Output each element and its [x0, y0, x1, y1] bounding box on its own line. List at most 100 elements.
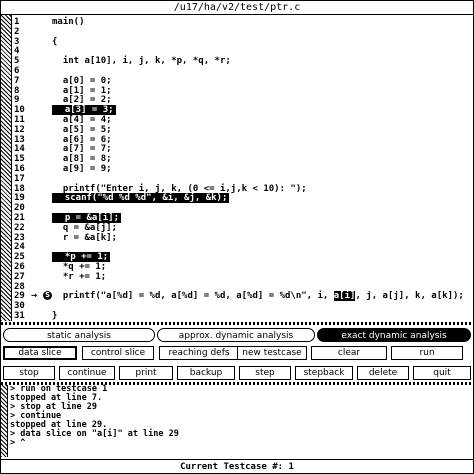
source-text: int a[10], i, j, k, *p, *q, *r; [52, 56, 231, 67]
step-button[interactable]: step [239, 366, 291, 380]
source-text: printf("a[%d] = %d, a[%d] = %d, a[%d] = … [52, 291, 464, 302]
source-text: a[2] = 2; [52, 95, 112, 106]
source-line[interactable]: 8 a[1] = 1; [12, 86, 473, 96]
line-number: 9 [14, 95, 20, 106]
source-line[interactable]: 22 q = &a[j]; [12, 223, 473, 233]
source-text: a[9] = 9; [52, 164, 112, 174]
source-line[interactable]: 16 a[9] = 9; [12, 164, 473, 174]
source-line[interactable]: 19 scanf("%d %d %d", &i, &j, &k); [12, 193, 473, 204]
line-number: 13 [14, 134, 25, 145]
data-slice-button[interactable]: data slice [3, 346, 77, 360]
source-line[interactable]: 10 a[3] = 3; [12, 105, 473, 116]
tab-exact-dynamic-analysis[interactable]: exact dynamic analysis [317, 328, 471, 342]
line-number: 23 [14, 232, 25, 243]
line-number: 16 [14, 164, 25, 174]
line-number: 24 [14, 242, 25, 253]
source-text: a[5] = 5; [52, 124, 112, 135]
line-number: 19 [14, 193, 25, 204]
current-line-arrow-icon: → [31, 290, 38, 302]
run-button[interactable]: run [391, 346, 463, 360]
source-line[interactable]: 27 *r += 1; [12, 272, 473, 282]
source-line[interactable]: 2 [12, 27, 473, 37]
console-output: > run on testcase 1 stopped at line 7. > s… [10, 385, 179, 448]
source-line[interactable]: 24 [12, 242, 473, 252]
line-number: 8 [14, 85, 20, 96]
console-panel[interactable]: > run on testcase 1 stopped at line 7. > s… [1, 385, 473, 457]
source-line[interactable]: 3{ [12, 37, 473, 47]
source-line[interactable]: 31} [12, 311, 473, 321]
line-number: 4 [14, 46, 20, 57]
line-number: 28 [14, 281, 25, 292]
source-text: } [52, 311, 58, 321]
source-line[interactable]: 29 → S printf("a[%d] = %d, a[%d] = %d, a[%… [12, 290, 473, 302]
source-line[interactable]: 25 *p += 1; [12, 252, 473, 263]
clear-button[interactable]: clear [311, 346, 387, 360]
command-buttons-row2: stop continue print backup step stepback delet… [1, 364, 473, 381]
source-line[interactable]: 15 a[8] = 8; [12, 154, 473, 164]
source-text: main() [52, 17, 85, 27]
line-number: 25 [14, 252, 25, 263]
source-line[interactable]: 1 main() [12, 17, 473, 27]
slice-highlighted-statement: a[3] = 3; [52, 105, 116, 116]
slice-highlighted-statement: *p += 1; [52, 252, 111, 263]
debugger-window: /u17/ha/v2/test/ptr.c 1 main() 2 3{4 5 int a… [0, 0, 474, 474]
line-number: 26 [14, 262, 25, 272]
console-scrollbar[interactable] [1, 385, 8, 457]
source-text: a[1] = 1; [52, 85, 112, 96]
control-slice-button[interactable]: control slice [82, 346, 154, 360]
line-number: 14 [14, 144, 25, 155]
source-text-before: printf("a[%d] = %d, a[%d] = %d, a[%d] = … [52, 291, 334, 302]
source-text: a[6] = 6; [52, 134, 112, 145]
line-number: 5 [14, 56, 20, 67]
breakpoint-stop-icon[interactable]: S [43, 291, 52, 301]
line-number: 22 [14, 222, 25, 233]
status-bar: Current Testcase #: 1 [1, 459, 473, 473]
source-line[interactable]: 23 r = &a[k]; [12, 233, 473, 243]
slice-highlighted-statement: scanf("%d %d %d", &i, &j, &k); [52, 193, 230, 204]
slice-criterion-selection[interactable]: a[i] [333, 291, 356, 302]
source-text: q = &a[j]; [52, 222, 118, 233]
source-line[interactable]: 13 a[6] = 6; [12, 135, 473, 145]
tab-static-analysis[interactable]: static analysis [3, 328, 155, 342]
reaching-defs-button[interactable]: reaching defs [159, 346, 239, 360]
source-line[interactable]: 7 a[0] = 0; [12, 76, 473, 86]
source-line[interactable]: 17 [12, 174, 473, 184]
backup-button[interactable]: backup [177, 366, 235, 380]
line-number: 20 [14, 203, 25, 214]
command-buttons-row1: data slice control slice reaching defs new … [1, 344, 473, 361]
continue-button[interactable]: continue [59, 366, 115, 380]
line-number: 12 [14, 124, 25, 135]
new-testcase-button[interactable]: new testcase [237, 346, 307, 360]
stepback-button[interactable]: stepback [295, 366, 353, 380]
source-view: 1 main() 2 3{4 5 int a[10], i, j, k, *p, *q,… [12, 15, 473, 321]
source-line[interactable]: 11 a[4] = 4; [12, 115, 473, 125]
source-line[interactable]: 4 [12, 46, 473, 56]
delete-button[interactable]: delete [357, 366, 409, 380]
line-number: 7 [14, 75, 20, 86]
stop-button[interactable]: stop [3, 366, 55, 380]
source-line[interactable]: 26 *q += 1; [12, 262, 473, 272]
source-text: *r += 1; [52, 271, 107, 282]
source-line[interactable]: 28 [12, 282, 473, 292]
console-line: > ^ [10, 438, 26, 448]
source-line[interactable]: 5 int a[10], i, j, k, *p, *q, *r; [12, 56, 473, 66]
source-line[interactable]: 9 a[2] = 2; [12, 95, 473, 105]
tab-approx-dynamic-analysis[interactable]: approx. dynamic analysis [157, 328, 315, 342]
line-number: 18 [14, 183, 25, 194]
source-line[interactable]: 18 printf("Enter i, j, k, (0 <= i,j,k < … [12, 184, 473, 194]
source-line[interactable]: 12 a[5] = 5; [12, 125, 473, 135]
source-text: a[8] = 8; [52, 154, 112, 165]
source-line[interactable]: 30 [12, 301, 473, 311]
source-text: *q += 1; [52, 262, 107, 272]
window-title: /u17/ha/v2/test/ptr.c [1, 1, 473, 15]
source-line[interactable]: 21 p = &a[i]; [12, 213, 473, 223]
line-number: 1 [14, 17, 20, 27]
print-button[interactable]: print [119, 366, 173, 380]
source-line[interactable]: 6 [12, 66, 473, 76]
source-scrollbar[interactable] [1, 15, 12, 321]
source-text: { [52, 36, 58, 47]
source-line[interactable]: 20 [12, 203, 473, 213]
source-line[interactable]: 14 a[7] = 7; [12, 144, 473, 154]
quit-button[interactable]: quit [413, 366, 471, 380]
line-number: 11 [14, 115, 25, 125]
